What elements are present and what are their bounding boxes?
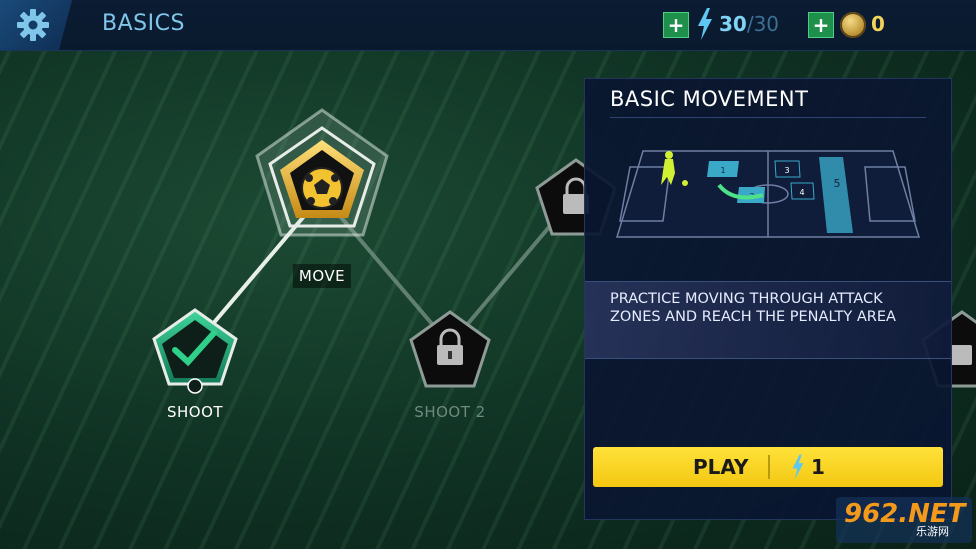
play-button[interactable]: PLAY 1 — [593, 447, 943, 487]
node-label-shoot-2: SHOOT 2 — [414, 403, 486, 421]
soccer-ball-icon — [301, 167, 343, 209]
zone-5-label: 5 — [834, 177, 841, 190]
add-coins-button[interactable]: + — [808, 12, 834, 38]
level-description: PRACTICE MOVING THROUGH ATTACK ZONES AND… — [610, 291, 896, 325]
play-label: PLAY — [693, 455, 749, 479]
zone-3: 3 — [774, 160, 801, 178]
coin-icon — [840, 12, 866, 38]
top-bar: BASICS + 30/30 + 0 — [0, 0, 976, 51]
watermark-logo: 962.NET 乐游网 — [836, 497, 972, 543]
plus-icon: + — [812, 13, 830, 37]
node-label-move: MOVE — [292, 264, 352, 288]
page-title: BASICS — [102, 11, 185, 36]
add-energy-button[interactable]: + — [663, 12, 689, 38]
coin-counter: 0 — [871, 12, 885, 36]
energy-max: /30 — [746, 12, 780, 36]
zone-1: 1 — [707, 161, 739, 177]
divider — [768, 455, 770, 479]
node-label-shoot: SHOOT — [166, 403, 224, 421]
divider — [610, 117, 926, 118]
replay-icon — [187, 378, 203, 394]
plus-icon: + — [667, 13, 685, 37]
lock-icon — [950, 345, 972, 365]
energy-current: 30 — [719, 12, 747, 36]
zone-4-label: 4 — [799, 188, 804, 197]
watermark-sub: 乐游网 — [916, 525, 949, 538]
play-cost: 1 — [811, 455, 825, 479]
energy-counter: 30/30 — [719, 12, 779, 36]
settings-button[interactable] — [0, 0, 72, 50]
panel-title: BASIC MOVEMENT — [610, 87, 809, 111]
pitch-diagram: 1 2 3 4 5 — [615, 150, 921, 238]
zone-4: 4 — [790, 182, 815, 200]
zone-3-label: 3 — [784, 166, 789, 175]
level-detail-panel: BASIC MOVEMENT 1 2 3 4 5 PRACTICE MOVING… — [584, 78, 952, 520]
node-shoot[interactable] — [152, 308, 238, 394]
zone-1-label: 1 — [720, 166, 725, 175]
gear-icon — [17, 9, 49, 41]
node-shoot-2[interactable] — [409, 310, 491, 388]
energy-bolt-icon — [698, 8, 712, 40]
node-move[interactable] — [255, 108, 389, 237]
description-box: PRACTICE MOVING THROUGH ATTACK ZONES AND… — [585, 281, 951, 359]
energy-bolt-icon — [792, 454, 804, 480]
